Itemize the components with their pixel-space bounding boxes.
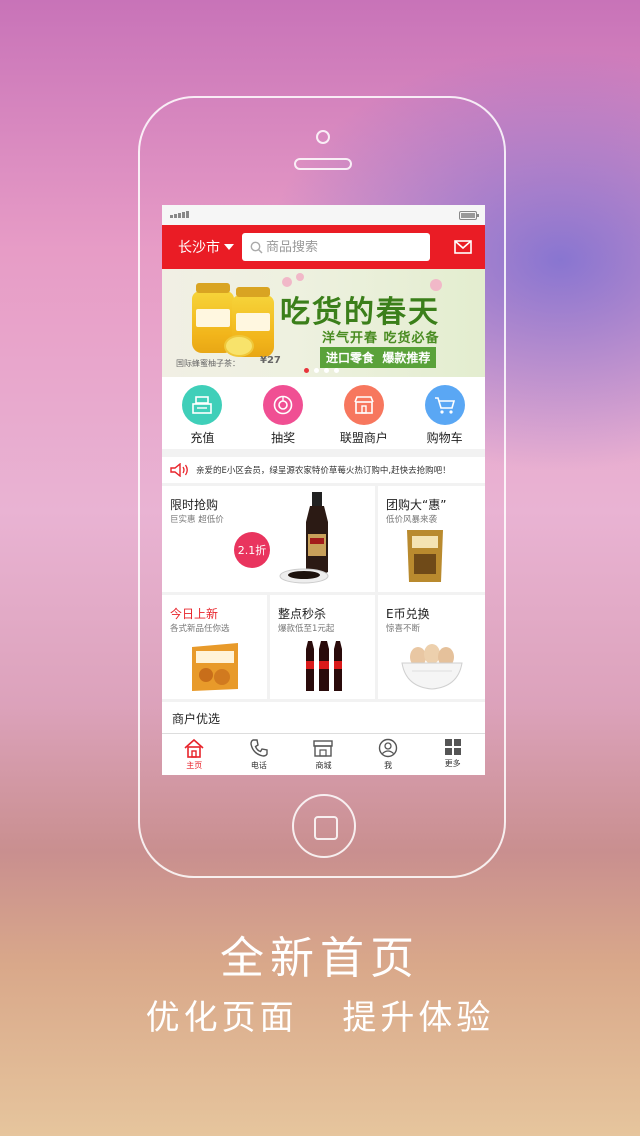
carousel-dot[interactable] — [304, 368, 309, 373]
flash-sale-card[interactable]: 限时抢购 巨实惠 超低价 2.1折 — [162, 486, 375, 592]
phone-speaker — [294, 158, 352, 170]
notice-bar[interactable]: 亲爱的E小区会员，绿呈源农家特价草莓火热订购中,赶快去抢购吧！ — [162, 457, 485, 483]
home-icon — [184, 738, 204, 758]
shopping-cart-icon — [424, 385, 465, 425]
app-screen: 长沙市 吃货的春天 洋气开春 吃货必备 进口零食 爆款推荐 — [162, 205, 485, 775]
banner-price: ¥27 — [260, 355, 281, 366]
prize-wheel-icon — [263, 385, 304, 425]
signal-icon — [170, 211, 189, 218]
tab-label: 我 — [384, 761, 393, 770]
tab-label: 更多 — [444, 759, 461, 768]
vinegar-bottle-image — [279, 492, 329, 584]
cash-register-icon — [182, 385, 223, 425]
battery-icon — [459, 211, 479, 220]
bottom-tabbar: 主页 电话 商城 我 更多 — [162, 733, 485, 775]
quick-label: 联盟商户 — [339, 431, 388, 445]
group-buy-card[interactable]: 团购大“惠” 低价风暴来袭 — [378, 486, 485, 592]
phone-camera — [316, 130, 330, 144]
discount-badge: 2.1折 — [234, 532, 270, 568]
search-input[interactable] — [266, 239, 416, 255]
envelope-icon — [454, 240, 472, 254]
notice-text: 亲爱的E小区会员，绿呈源农家特价草莓火热订购中,赶快去抢购吧！ — [196, 466, 451, 476]
promo-row-1: 限时抢购 巨实惠 超低价 2.1折 团购大“惠” 低价风暴来袭 — [162, 486, 485, 592]
lemon-image — [224, 335, 254, 357]
tab-label: 商城 — [315, 761, 332, 770]
phone-icon — [250, 739, 268, 757]
card-title: 团购大“惠” — [386, 498, 447, 512]
card-subtitle: 爆款低至1元起 — [278, 624, 335, 634]
slogan-subline: 优化页面 提升体验 — [0, 990, 640, 1039]
quick-actions: 充值 抽奖 联盟商户 购物车 — [162, 377, 485, 449]
snack-bag-image — [407, 530, 443, 582]
coin-exchange-card[interactable]: E币兑换 惊喜不断 — [378, 595, 485, 699]
quick-label: 充值 — [190, 431, 215, 445]
cola-bottles-image — [306, 641, 342, 691]
quick-label: 抽奖 — [271, 431, 296, 445]
speaker-icon — [170, 463, 188, 477]
card-subtitle: 巨实惠 超低价 — [170, 515, 224, 525]
blossom-decoration — [282, 277, 292, 287]
snack-package-image — [192, 643, 238, 691]
tab-label: 主页 — [186, 761, 203, 770]
store-icon — [313, 740, 334, 757]
banner-title: 吃货的春天 — [280, 295, 440, 330]
tab-phone[interactable]: 电话 — [227, 734, 292, 775]
status-bar — [162, 205, 485, 225]
card-subtitle: 惊喜不断 — [386, 624, 421, 634]
card-title: 今日上新 — [170, 607, 219, 621]
tab-mall[interactable]: 商城 — [291, 734, 356, 775]
banner-product-caption: 国际蜂蜜柚子茶： — [176, 359, 240, 368]
egg-bowl-image — [401, 644, 463, 690]
promo-row-2: 今日上新 各式新品任你选 整点秒杀 爆款低至1元起 E币兑换 惊喜不断 — [162, 595, 485, 699]
flash-kill-card[interactable]: 整点秒杀 爆款低至1元起 — [270, 595, 375, 699]
search-icon — [250, 241, 263, 254]
banner-tag-left: 进口零食 — [326, 351, 375, 365]
slogan-subline-right: 提升体验 — [342, 998, 495, 1038]
tab-label: 电话 — [250, 761, 267, 770]
quick-label: 购物车 — [426, 431, 463, 445]
promo-banner[interactable]: 吃货的春天 洋气开春 吃货必备 进口零食 爆款推荐 国际蜂蜜柚子茶： ¥27 — [162, 269, 485, 377]
section-title: 商户优选 — [172, 712, 221, 726]
city-label: 长沙市 — [178, 240, 220, 256]
slogan-headline: 全新首页 — [220, 933, 420, 984]
card-title: 限时抢购 — [170, 498, 219, 512]
card-subtitle: 低价风暴来袭 — [386, 515, 438, 525]
card-subtitle: 各式新品任你选 — [170, 624, 230, 634]
phone-home-button — [292, 794, 356, 858]
carousel-dot[interactable] — [334, 368, 339, 373]
tab-more[interactable]: 更多 — [420, 734, 485, 775]
slogan-subline-left: 优化页面 — [145, 998, 298, 1038]
message-button[interactable] — [451, 235, 475, 259]
city-selector[interactable]: 长沙市 — [178, 237, 242, 257]
card-title: E币兑换 — [386, 607, 430, 621]
quick-merchants[interactable]: 联盟商户 — [324, 377, 405, 449]
grid-icon — [444, 739, 461, 755]
card-title: 整点秒杀 — [278, 607, 327, 621]
quick-recharge[interactable]: 充值 — [162, 377, 243, 449]
carousel-dots — [304, 368, 339, 373]
user-icon — [378, 738, 398, 758]
storefront-icon — [343, 385, 384, 425]
caret-down-icon — [224, 244, 234, 250]
carousel-dot[interactable] — [324, 368, 329, 373]
banner-tags: 进口零食 爆款推荐 — [320, 347, 437, 368]
tab-me[interactable]: 我 — [356, 734, 421, 775]
tab-home[interactable]: 主页 — [162, 734, 227, 775]
quick-lottery[interactable]: 抽奖 — [243, 377, 324, 449]
banner-tag-right: 爆款推荐 — [382, 351, 431, 365]
quick-cart[interactable]: 购物车 — [404, 377, 485, 449]
banner-subtitle: 洋气开春 吃货必备 — [322, 331, 440, 346]
search-box[interactable] — [242, 233, 430, 261]
top-header: 长沙市 — [162, 225, 485, 269]
carousel-dot[interactable] — [314, 368, 319, 373]
blossom-decoration — [296, 273, 304, 281]
new-arrivals-card[interactable]: 今日上新 各式新品任你选 — [162, 595, 267, 699]
